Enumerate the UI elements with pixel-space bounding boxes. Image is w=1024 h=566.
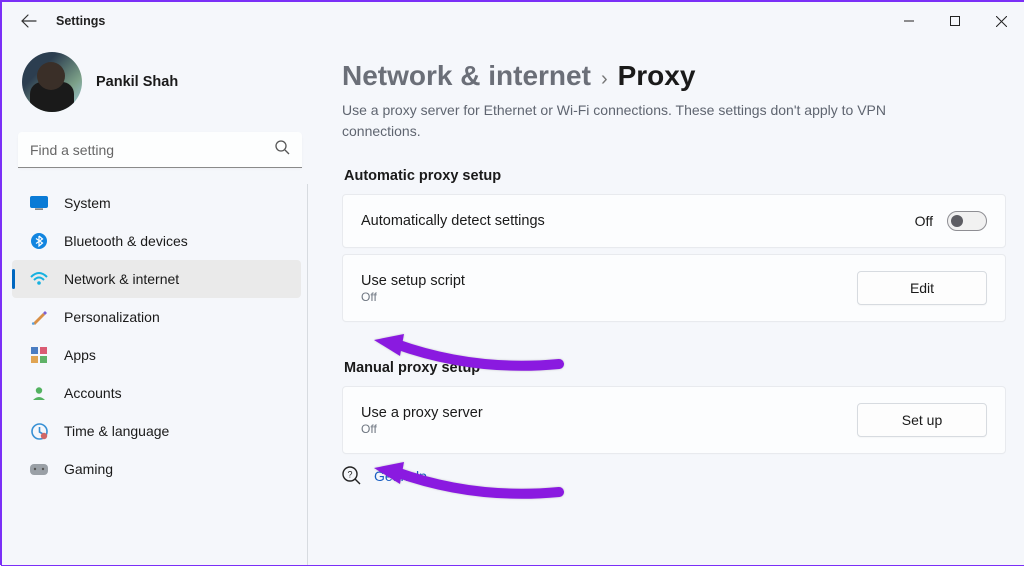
- personalization-icon: [30, 308, 48, 326]
- minimize-button[interactable]: [886, 5, 932, 37]
- title-bar-left: Settings: [20, 12, 105, 30]
- chevron-right-icon: ›: [601, 68, 608, 91]
- setup-button[interactable]: Set up: [857, 403, 987, 437]
- wifi-icon: [30, 270, 48, 288]
- sidebar-item-network[interactable]: Network & internet: [12, 260, 301, 298]
- close-button[interactable]: [978, 5, 1024, 37]
- sidebar-item-system[interactable]: System: [12, 184, 301, 222]
- breadcrumb-parent[interactable]: Network & internet: [342, 60, 591, 92]
- close-icon: [996, 16, 1007, 27]
- title-bar: Settings: [2, 2, 1024, 40]
- search-wrap: [18, 132, 302, 168]
- section-header-auto: Automatic proxy setup: [344, 168, 1006, 184]
- edit-button[interactable]: Edit: [857, 271, 987, 305]
- auto-detect-state: Off: [915, 213, 933, 229]
- sidebar-item-personalization[interactable]: Personalization: [12, 298, 301, 336]
- sidebar-item-label: System: [64, 195, 111, 211]
- maximize-icon: [950, 16, 960, 26]
- auto-detect-label: Automatically detect settings: [361, 213, 545, 229]
- setup-script-state: Off: [361, 290, 465, 304]
- nav-list: System Bluetooth & devices Network & int…: [12, 184, 308, 565]
- card-setup-script: Use setup script Off Edit: [342, 254, 1006, 322]
- sidebar-item-apps[interactable]: Apps: [12, 336, 301, 374]
- sidebar-item-gaming[interactable]: Gaming: [12, 450, 301, 488]
- auto-detect-toggle[interactable]: [947, 211, 987, 231]
- sidebar-item-label: Personalization: [64, 309, 160, 325]
- sidebar-item-accounts[interactable]: Accounts: [12, 374, 301, 412]
- window-title: Settings: [56, 14, 105, 28]
- window-controls: [886, 5, 1024, 37]
- system-icon: [30, 194, 48, 212]
- back-arrow-icon: [21, 13, 37, 29]
- sidebar-item-label: Accounts: [64, 385, 122, 401]
- search-input[interactable]: [18, 132, 302, 168]
- profile-block[interactable]: Pankil Shah: [12, 48, 308, 128]
- get-help-row[interactable]: ? Get help: [342, 466, 1006, 486]
- use-proxy-state: Off: [361, 422, 483, 436]
- avatar: [22, 52, 82, 112]
- sidebar-item-label: Time & language: [64, 423, 169, 439]
- sidebar-item-label: Bluetooth & devices: [64, 233, 188, 249]
- card-use-proxy: Use a proxy server Off Set up: [342, 386, 1006, 454]
- svg-text:?: ?: [347, 470, 352, 480]
- use-proxy-label: Use a proxy server: [361, 405, 483, 421]
- sidebar-item-label: Gaming: [64, 461, 113, 477]
- user-name: Pankil Shah: [96, 74, 178, 90]
- breadcrumb: Network & internet › Proxy: [342, 60, 1006, 92]
- section-header-manual: Manual proxy setup: [344, 360, 1006, 376]
- maximize-button[interactable]: [932, 5, 978, 37]
- time-language-icon: [30, 422, 48, 440]
- accounts-icon: [30, 384, 48, 402]
- page-title: Proxy: [618, 60, 696, 92]
- help-icon: ?: [342, 466, 362, 486]
- sidebar: Pankil Shah System Bluetooth & devices N…: [2, 40, 312, 565]
- card-auto-detect: Automatically detect settings Off: [342, 194, 1006, 248]
- minimize-icon: [904, 16, 914, 26]
- sidebar-item-label: Network & internet: [64, 271, 179, 287]
- sidebar-item-bluetooth[interactable]: Bluetooth & devices: [12, 222, 301, 260]
- get-help-link[interactable]: Get help: [374, 468, 427, 484]
- apps-icon: [30, 346, 48, 364]
- back-button[interactable]: [20, 12, 38, 30]
- sidebar-item-time[interactable]: Time & language: [12, 412, 301, 450]
- main-content: Network & internet › Proxy Use a proxy s…: [312, 40, 1024, 565]
- bluetooth-icon: [30, 232, 48, 250]
- search-icon: [275, 140, 290, 160]
- gaming-icon: [30, 460, 48, 478]
- sidebar-item-label: Apps: [64, 347, 96, 363]
- page-subtitle: Use a proxy server for Ethernet or Wi-Fi…: [342, 100, 932, 142]
- setup-script-label: Use setup script: [361, 273, 465, 289]
